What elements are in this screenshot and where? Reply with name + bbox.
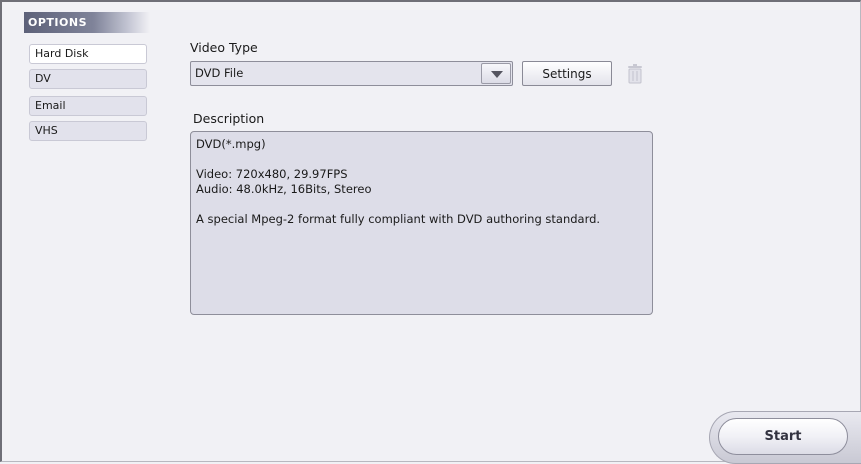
description-summary: A special Mpeg-2 format fully compliant … [196, 212, 601, 226]
description-format: DVD(*.mpg) [196, 137, 266, 151]
sidebar-item-hard-disk[interactable]: Hard Disk [29, 44, 147, 64]
sidebar-item-vhs[interactable]: VHS [29, 121, 147, 141]
description-label: Description [193, 111, 265, 126]
trash-icon[interactable] [625, 63, 645, 85]
description-video-spec: Video: 720x480, 29.97FPS [196, 167, 348, 181]
options-header: OPTIONS [24, 12, 150, 33]
video-type-label: Video Type [190, 40, 258, 55]
start-button[interactable]: Start [718, 418, 848, 455]
options-panel: OPTIONS Hard Disk DV Email VHS Video Typ… [0, 0, 861, 464]
description-audio-spec: Audio: 48.0kHz, 16Bits, Stereo [196, 182, 372, 196]
chevron-down-icon[interactable] [481, 63, 511, 84]
sidebar-item-email[interactable]: Email [29, 96, 147, 116]
video-type-select[interactable]: DVD File [190, 61, 513, 86]
sidebar-item-dv[interactable]: DV [29, 69, 147, 89]
video-type-value: DVD File [195, 66, 244, 80]
settings-button[interactable]: Settings [522, 61, 612, 86]
description-box: DVD(*.mpg) Video: 720x480, 29.97FPS Audi… [190, 131, 653, 315]
